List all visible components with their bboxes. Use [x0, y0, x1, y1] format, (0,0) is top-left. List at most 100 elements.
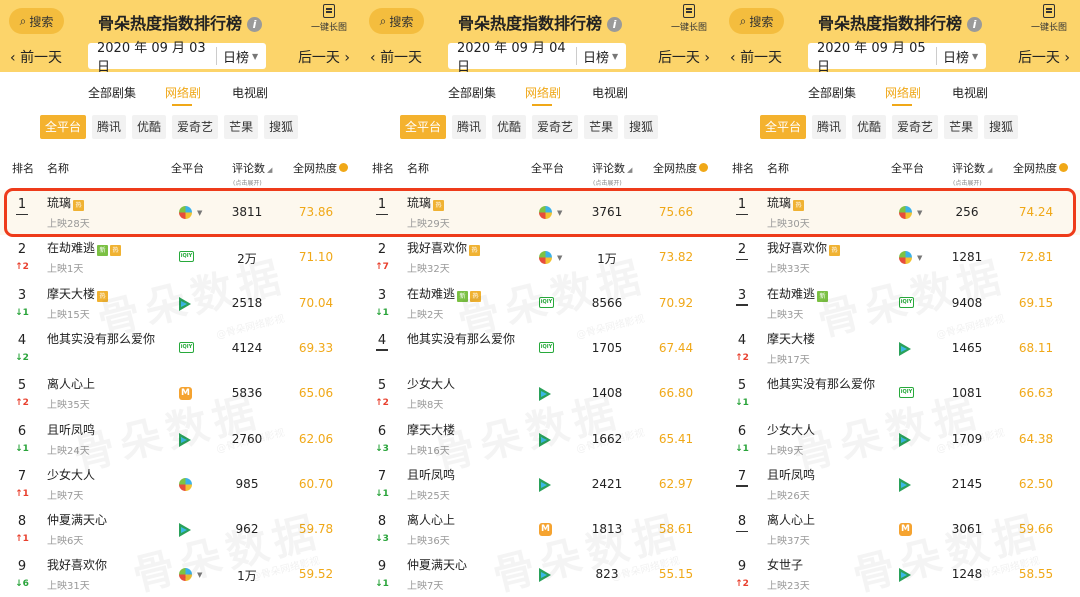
platform-filter-button[interactable]: 优酷: [492, 115, 527, 139]
table-row[interactable]: 2 我好喜欢你热上映33天 ▼ 1281 72.81: [720, 235, 1080, 280]
next-day-button[interactable]: 后一天 ›: [298, 47, 350, 67]
table-row[interactable]: 1 琉璃热上映28天 ▼ 3811 73.86: [0, 190, 360, 235]
category-tab[interactable]: 电视剧: [952, 84, 988, 101]
show-name[interactable]: 摩天大楼: [767, 331, 887, 348]
table-row[interactable]: 3 在劫难逃新上映3天 iQIY 9408 69.15: [720, 281, 1080, 326]
info-icon[interactable]: i: [247, 17, 262, 32]
table-row[interactable]: 8 ↓3 离人心上 上映36天 M 1813 58.61: [360, 507, 720, 552]
category-tab[interactable]: 全部剧集: [88, 84, 136, 101]
comment-count[interactable]: 3811: [219, 205, 275, 219]
platform-filter-button[interactable]: 爱奇艺: [892, 115, 939, 139]
category-tab[interactable]: 电视剧: [592, 84, 628, 101]
table-row[interactable]: 4 他其实没有那么爱你 iQIY 1705 67.44: [360, 326, 720, 371]
date-picker[interactable]: 2020 年 09 月 03 日 日榜 ▼: [88, 41, 266, 75]
caret-down-icon[interactable]: ▼: [917, 209, 922, 217]
show-name[interactable]: 摩天大楼热: [47, 286, 167, 303]
platform-filter-button[interactable]: 优酷: [132, 115, 167, 139]
show-name[interactable]: 离人心上: [767, 512, 887, 529]
comment-count[interactable]: 1281: [939, 250, 995, 264]
table-row[interactable]: 9 ↑2 女世子 上映23天 1248 58.55: [720, 552, 1080, 597]
previous-day-button[interactable]: ‹ 前一天: [730, 47, 782, 67]
show-name[interactable]: 离人心上: [47, 376, 167, 393]
table-row[interactable]: 3 ↓1 在劫难逃新热上映2天 iQIY 8566 70.92: [360, 281, 720, 326]
long-image-button[interactable]: 一键长图: [1026, 4, 1072, 33]
caret-down-icon[interactable]: ▼: [197, 571, 202, 579]
info-icon[interactable]: i: [967, 17, 982, 32]
show-name[interactable]: 琉璃热: [407, 195, 527, 212]
platform-filter-button[interactable]: 爱奇艺: [172, 115, 219, 139]
comments-column-header[interactable]: 评论数 ◢: [232, 160, 272, 176]
show-name[interactable]: 且听凤鸣: [767, 467, 887, 484]
comment-count[interactable]: 962: [219, 522, 275, 536]
table-row[interactable]: 7 且听凤鸣 上映26天 2145 62.50: [720, 462, 1080, 507]
show-name[interactable]: 少女大人: [407, 376, 527, 393]
show-name[interactable]: 琉璃热: [47, 195, 167, 212]
platform-filter-button[interactable]: 腾讯: [812, 115, 847, 139]
platform-filter-button[interactable]: 优酷: [852, 115, 887, 139]
comment-count[interactable]: 1081: [939, 386, 995, 400]
comment-count[interactable]: 1705: [579, 341, 635, 355]
platform-filter-button[interactable]: 芒果: [944, 115, 979, 139]
show-name[interactable]: 我好喜欢你热: [407, 240, 527, 257]
platform-filter-button[interactable]: 全平台: [400, 115, 447, 139]
show-name[interactable]: 在劫难逃新热: [47, 240, 167, 257]
platform-filter-button[interactable]: 腾讯: [92, 115, 127, 139]
table-row[interactable]: 1 琉璃热上映29天 ▼ 3761 75.66: [360, 190, 720, 235]
show-name[interactable]: 琉璃热: [767, 195, 887, 212]
comment-count[interactable]: 1万: [579, 250, 635, 267]
comment-count[interactable]: 2万: [219, 250, 275, 267]
show-name[interactable]: 他其实没有那么爱你: [47, 331, 167, 348]
date-picker[interactable]: 2020 年 09 月 05 日 日榜 ▼: [808, 41, 986, 75]
comments-column-header[interactable]: 评论数 ◢: [952, 160, 992, 176]
comment-count[interactable]: 5836: [219, 386, 275, 400]
category-tab[interactable]: 全部剧集: [808, 84, 856, 101]
category-tab[interactable]: 全部剧集: [448, 84, 496, 101]
category-tab[interactable]: 电视剧: [232, 84, 268, 101]
show-name[interactable]: 在劫难逃新热: [407, 286, 527, 303]
comments-column-header[interactable]: 评论数 ◢: [592, 160, 632, 176]
platform-filter-button[interactable]: 全平台: [40, 115, 87, 139]
table-row[interactable]: 6 ↓1 且听凤鸣 上映24天 2760 62.06: [0, 417, 360, 462]
comment-count[interactable]: 1万: [219, 567, 275, 584]
table-row[interactable]: 5 ↓1 他其实没有那么爱你 iQIY 1081 66.63: [720, 371, 1080, 416]
show-name[interactable]: 仲夏满天心: [407, 557, 527, 574]
table-row[interactable]: 3 ↓1 摩天大楼热上映15天 2518 70.04: [0, 281, 360, 326]
previous-day-button[interactable]: ‹ 前一天: [370, 47, 422, 67]
table-row[interactable]: 8 离人心上 上映37天 M 3061 59.66: [720, 507, 1080, 552]
next-day-button[interactable]: 后一天 ›: [658, 47, 710, 67]
table-row[interactable]: 4 ↓2 他其实没有那么爱你 iQIY 4124 69.33: [0, 326, 360, 371]
table-row[interactable]: 9 ↓1 仲夏满天心 上映7天 823 55.15: [360, 552, 720, 597]
platform-filter-button[interactable]: 爱奇艺: [532, 115, 579, 139]
table-row[interactable]: 1 琉璃热上映30天 ▼ 256 74.24: [720, 190, 1080, 235]
comment-count[interactable]: 1408: [579, 386, 635, 400]
platform-filter-button[interactable]: 搜狐: [984, 115, 1019, 139]
show-name[interactable]: 离人心上: [407, 512, 527, 529]
show-name[interactable]: 摩天大楼: [407, 422, 527, 439]
caret-down-icon[interactable]: ▼: [557, 254, 562, 262]
platform-filter-button[interactable]: 芒果: [584, 115, 619, 139]
comment-count[interactable]: 1662: [579, 432, 635, 446]
table-row[interactable]: 5 ↑2 离人心上 上映35天 M 5836 65.06: [0, 371, 360, 416]
next-day-button[interactable]: 后一天 ›: [1018, 47, 1070, 67]
show-name[interactable]: 在劫难逃新: [767, 286, 887, 303]
table-row[interactable]: 2 ↑2 在劫难逃新热上映1天 iQIY 2万 71.10: [0, 235, 360, 280]
table-row[interactable]: 5 ↑2 少女大人 上映8天 1408 66.80: [360, 371, 720, 416]
platform-filter-button[interactable]: 搜狐: [624, 115, 659, 139]
table-row[interactable]: 9 ↓6 我好喜欢你 上映31天 ▼ 1万 59.52: [0, 552, 360, 597]
comment-count[interactable]: 256: [939, 205, 995, 219]
category-tab[interactable]: 网络剧: [165, 84, 201, 101]
platform-filter-button[interactable]: 腾讯: [452, 115, 487, 139]
comment-count[interactable]: 8566: [579, 296, 635, 310]
caret-down-icon[interactable]: ▼: [917, 254, 922, 262]
comment-count[interactable]: 1465: [939, 341, 995, 355]
comment-count[interactable]: 4124: [219, 341, 275, 355]
show-name[interactable]: 仲夏满天心: [47, 512, 167, 529]
comment-count[interactable]: 2145: [939, 477, 995, 491]
table-row[interactable]: 6 ↓3 摩天大楼 上映16天 1662 65.41: [360, 417, 720, 462]
table-row[interactable]: 2 ↑7 我好喜欢你热上映32天 ▼ 1万 73.82: [360, 235, 720, 280]
show-name[interactable]: 我好喜欢你热: [767, 240, 887, 257]
comment-count[interactable]: 2518: [219, 296, 275, 310]
table-row[interactable]: 4 ↑2 摩天大楼 上映17天 1465 68.11: [720, 326, 1080, 371]
table-row[interactable]: 7 ↑1 少女大人 上映7天 985 60.70: [0, 462, 360, 507]
show-name[interactable]: 他其实没有那么爱你: [767, 376, 887, 393]
